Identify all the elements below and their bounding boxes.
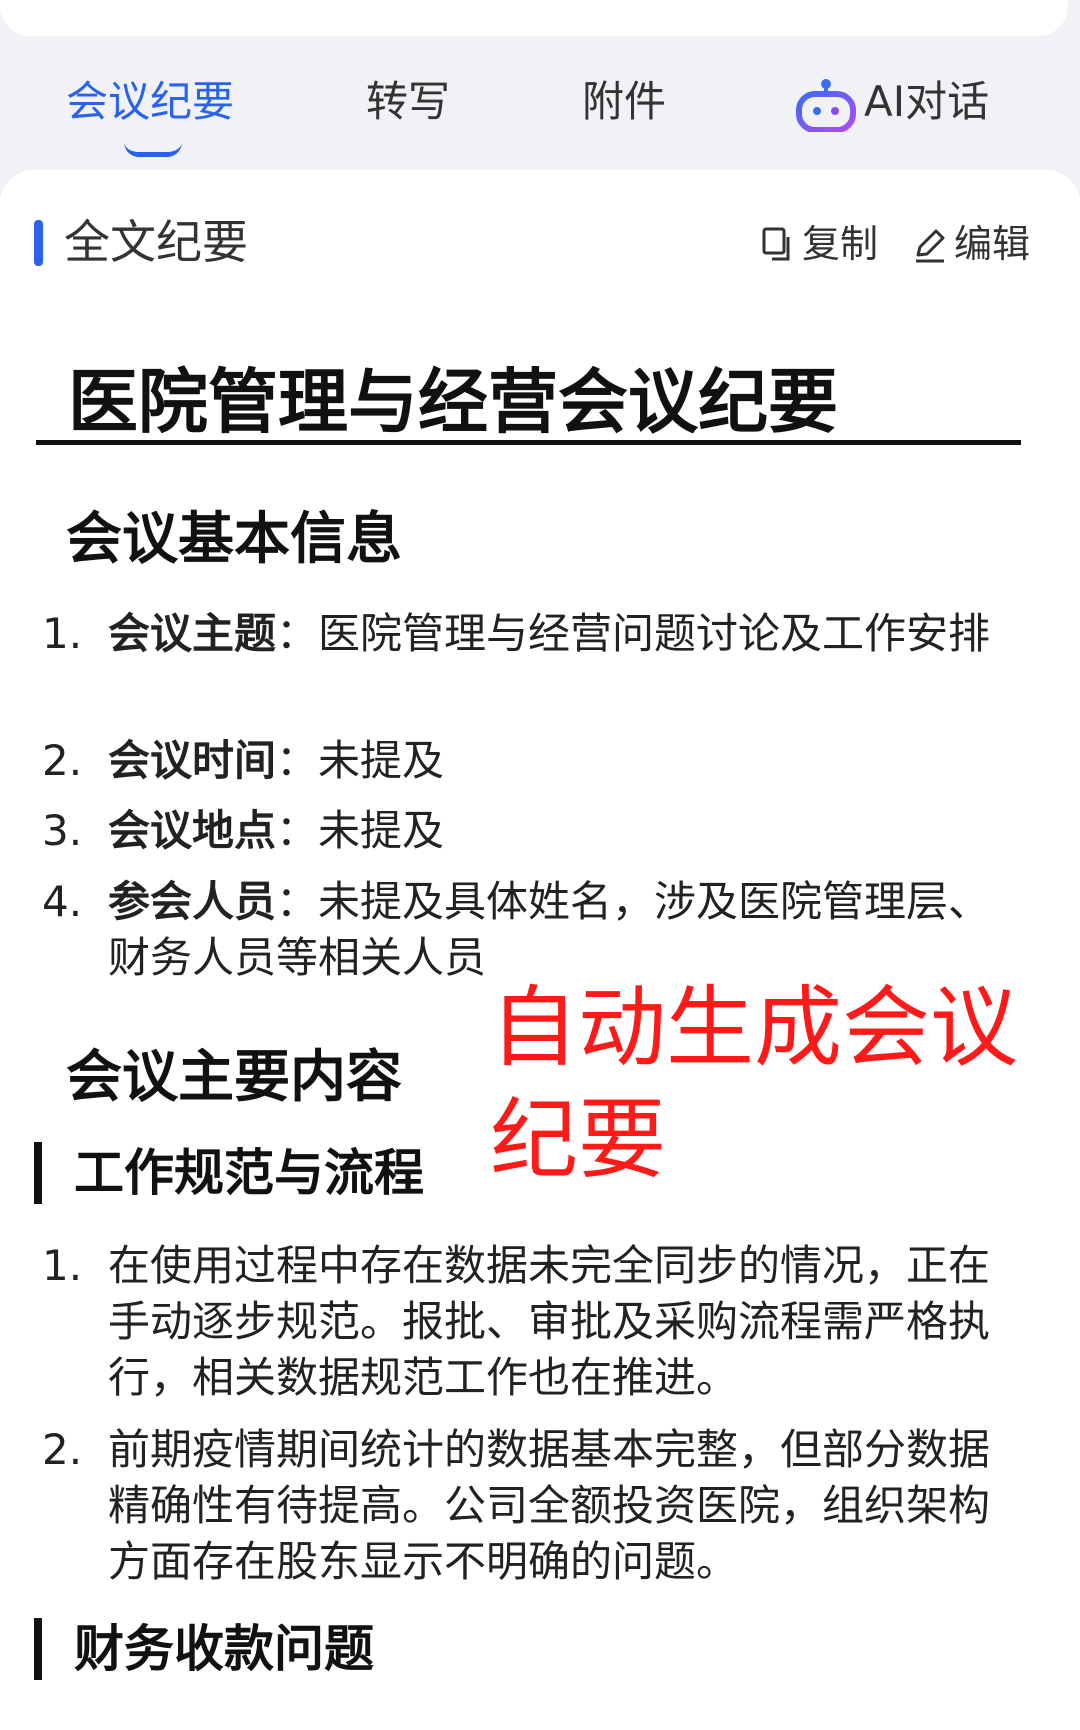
heading-main-content: 会议主要内容 — [66, 1045, 402, 1110]
copy-icon — [762, 227, 790, 261]
list-item: 2. 会议时间：未提及 — [42, 736, 445, 785]
section-accent-bar — [34, 220, 43, 266]
list-item: 3. 会议地点：未提及 — [42, 806, 445, 855]
edit-button[interactable]: 编辑 — [912, 216, 1030, 272]
document-title: 医院管理与经营会议纪要 — [68, 361, 838, 443]
list-item: 4. 参会人员：未提及具体姓名，涉及医院管理层、财务人员等相关人员 — [42, 877, 991, 982]
copy-button[interactable]: 复制 — [760, 216, 878, 272]
subsection-title: 工作规范与流程 — [74, 1144, 424, 1202]
copy-label: 复制 — [802, 222, 879, 266]
edit-label: 编辑 — [954, 222, 1031, 266]
robot-icon[interactable] — [795, 78, 857, 133]
tab-attachments[interactable]: 附件 — [582, 72, 666, 132]
tab-ai-chat[interactable]: AI对话 — [864, 72, 989, 132]
title-divider — [36, 440, 1021, 445]
list-item: 1. 会议主题：医院管理与经营问题讨论及工作安排 — [42, 609, 991, 658]
section-title: 全文纪要 — [64, 215, 248, 269]
heading-basic-info: 会议基本信息 — [66, 507, 402, 572]
watermark: 值 什么值得买 — [950, 1661, 1080, 1686]
list-item: 2. 前期疫情期间统计的数据基本完整，但部分数据精确性有待提高。公司全额投资医院… — [42, 1425, 991, 1586]
subsection-bar — [34, 1142, 42, 1204]
top-card — [0, 0, 1068, 36]
list-item: 1. 在使用过程中存在数据未完全同步的情况，正在手动逐步规范。报批、审批及采购流… — [42, 1241, 991, 1402]
tab-transcript[interactable]: 转写 — [366, 72, 450, 132]
annotation-overlay: 自动生成会议纪要 — [490, 976, 1019, 1191]
tab-meeting-minutes[interactable]: 会议纪要 — [66, 72, 234, 132]
pencil-icon — [916, 229, 945, 263]
subsection-title: 财务收款问题 — [74, 1620, 374, 1678]
active-tab-indicator — [124, 142, 182, 157]
subsection-bar — [34, 1618, 42, 1680]
